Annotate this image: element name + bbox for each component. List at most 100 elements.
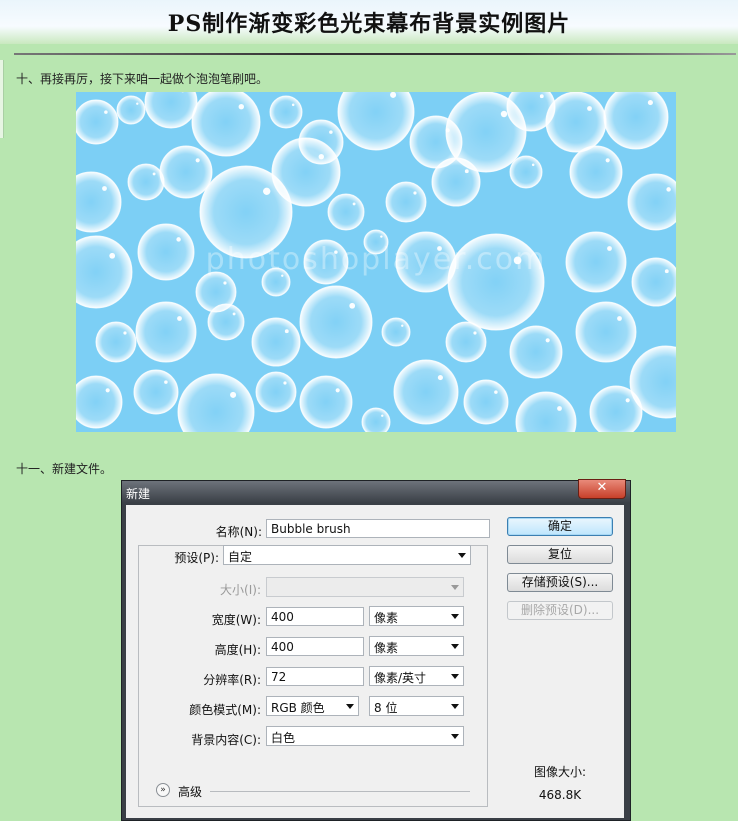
bubble — [135, 301, 197, 363]
bubble-highlight — [545, 338, 550, 343]
bubble — [191, 92, 261, 157]
left-edge-panel — [0, 60, 4, 138]
chevron-down-icon — [451, 734, 459, 739]
bubble-highlight — [284, 329, 289, 334]
reset-button[interactable]: 复位 — [507, 545, 613, 564]
bubble-highlight — [500, 110, 508, 118]
bubble — [509, 325, 563, 379]
width-input[interactable]: 400 — [266, 607, 364, 626]
height-unit-select[interactable]: 像素 — [369, 636, 464, 656]
chevron-down-icon — [451, 585, 459, 590]
bubble — [361, 407, 391, 432]
bubble-highlight — [223, 281, 227, 285]
preset-label: 预设(P): — [174, 551, 219, 565]
height-label: 高度(H): — [214, 643, 261, 657]
bubble — [445, 321, 487, 363]
bubble-highlight — [557, 406, 562, 411]
bubble-highlight — [177, 316, 182, 321]
bubble-highlight — [413, 191, 417, 195]
bubble-highlight — [605, 158, 610, 163]
bubble-highlight — [230, 391, 237, 398]
bubble-highlight — [136, 102, 139, 105]
bubble-highlight — [437, 375, 443, 381]
bit-depth-value: 8 位 — [374, 701, 398, 715]
height-unit-value: 像素 — [374, 641, 399, 655]
height-input[interactable]: 400 — [266, 637, 364, 656]
bubble-highlight — [195, 158, 200, 163]
bubble-highlight — [390, 92, 397, 98]
chevron-down-icon — [451, 614, 459, 619]
bubble — [381, 317, 411, 347]
bubble — [271, 137, 341, 207]
close-button[interactable]: ✕ — [578, 479, 626, 499]
bubble — [133, 369, 179, 415]
name-label: 名称(N): — [215, 525, 262, 539]
name-input[interactable]: Bubble brush — [266, 519, 490, 538]
resolution-unit-value: 像素/英寸 — [374, 671, 427, 685]
bubble — [76, 171, 122, 233]
bubble — [327, 193, 365, 231]
resolution-input[interactable]: 72 — [266, 667, 364, 686]
bubble-highlight — [647, 100, 653, 106]
color-mode-select[interactable]: RGB 颜色 — [266, 696, 359, 716]
bubble — [393, 359, 459, 425]
resolution-unit-select[interactable]: 像素/英寸 — [369, 666, 464, 686]
bubble-highlight — [104, 110, 108, 114]
size-select — [266, 577, 464, 597]
chevron-down-icon — [458, 553, 466, 558]
ok-button[interactable]: 确定 — [507, 517, 613, 536]
bubble — [575, 301, 637, 363]
dialog-titlebar[interactable]: 新建 — [122, 481, 630, 503]
image-size-label: 图像大小: — [533, 765, 587, 779]
bubble — [603, 92, 669, 150]
bubble — [255, 371, 297, 413]
bubble-example-image: photoshoplayer.com — [76, 92, 676, 432]
bubble — [515, 391, 577, 432]
width-unit-select[interactable]: 像素 — [369, 606, 464, 626]
preset-select[interactable]: 自定 — [223, 545, 471, 565]
bubble-highlight — [164, 380, 168, 384]
bubble-highlight — [494, 390, 498, 394]
bubble-highlight — [381, 414, 384, 417]
bubble-highlight — [318, 153, 325, 160]
bubble-highlight — [617, 316, 622, 321]
bubble-highlight — [666, 187, 671, 192]
background-select[interactable]: 白色 — [266, 726, 464, 746]
bubble — [299, 375, 353, 429]
bubble — [509, 155, 543, 189]
bubble-highlight — [283, 381, 287, 385]
width-label: 宽度(W): — [211, 613, 261, 627]
bubble-highlight — [329, 130, 333, 134]
save-preset-button[interactable]: 存储预设(S)... — [507, 573, 613, 592]
bubble-highlight — [123, 331, 127, 335]
bubble-highlight — [335, 388, 340, 393]
bubble — [76, 99, 119, 145]
chevron-down-icon — [451, 644, 459, 649]
bubble — [463, 379, 509, 425]
bubble — [251, 317, 301, 367]
step-11-text: 十一、新建文件。 — [16, 462, 113, 476]
bubble — [127, 163, 165, 201]
expand-advanced-icon[interactable]: » — [156, 783, 170, 797]
bit-depth-select[interactable]: 8 位 — [369, 696, 464, 716]
bubble — [569, 145, 623, 199]
bubble-highlight — [176, 237, 181, 242]
bubble — [95, 321, 137, 363]
advanced-label[interactable]: 高级 — [178, 783, 202, 800]
bubble-highlight — [263, 187, 271, 195]
bubble-highlight — [539, 94, 544, 99]
bubble-highlight — [349, 302, 356, 309]
new-document-dialog: 新建 ✕ 名称(N): Bubble brush 预设(P): 自定 大小(I)… — [121, 479, 631, 821]
image-size-value: 468.8K — [538, 788, 582, 802]
dialog-body: 名称(N): Bubble brush 预设(P): 自定 大小(I): 宽度(… — [126, 505, 624, 818]
preset-value: 自定 — [228, 550, 253, 564]
bubble-highlight — [401, 324, 404, 327]
bubble-highlight — [352, 202, 356, 206]
bubble — [269, 95, 303, 129]
bubble — [431, 157, 481, 207]
background-value: 白色 — [271, 731, 296, 745]
advanced-divider — [210, 791, 470, 792]
bubble-highlight — [102, 186, 107, 191]
chevron-down-icon — [451, 674, 459, 679]
title-divider — [14, 53, 736, 55]
